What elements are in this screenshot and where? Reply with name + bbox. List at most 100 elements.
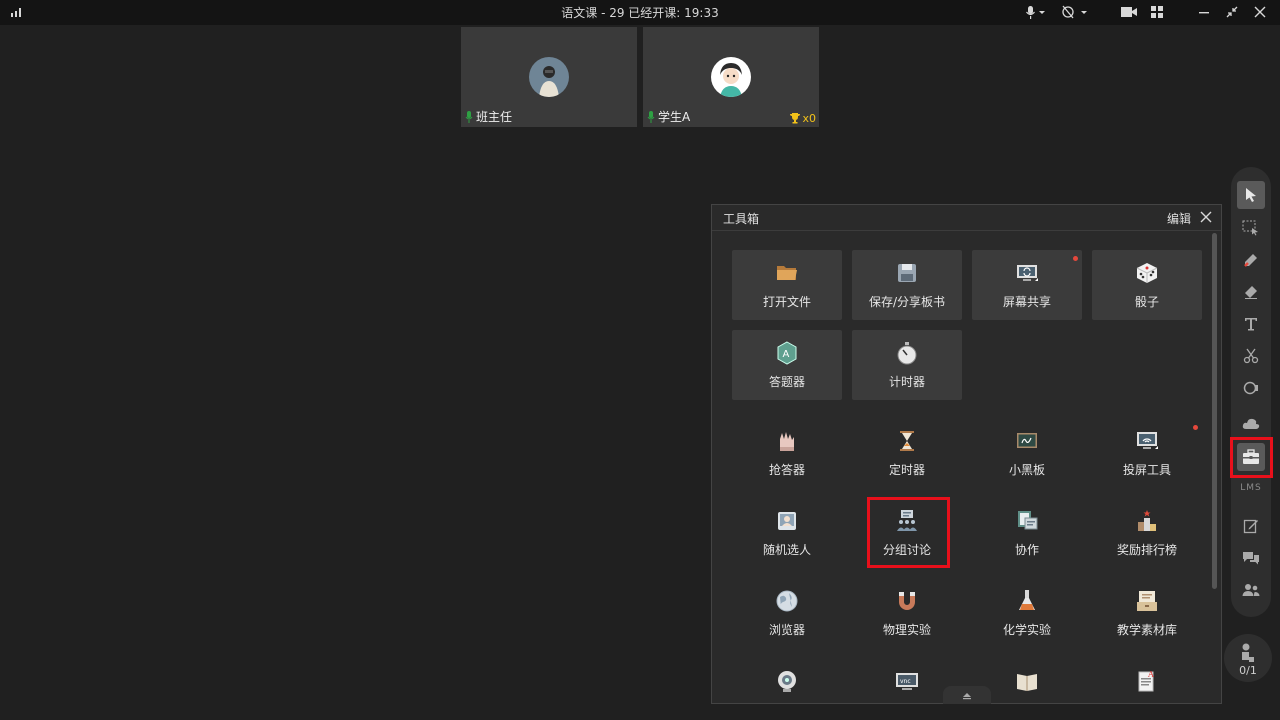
tool-material-library[interactable]: 教学素材库 bbox=[1092, 578, 1202, 648]
new-badge bbox=[1193, 425, 1198, 430]
flask-icon bbox=[1019, 590, 1035, 610]
tool-answer[interactable]: A 答题器 bbox=[732, 330, 842, 400]
trophy-icon bbox=[790, 113, 801, 124]
close-window-button[interactable] bbox=[1250, 3, 1270, 21]
chevron-up-icon bbox=[963, 693, 971, 700]
book-icon bbox=[1017, 674, 1037, 691]
cloud-tool-button[interactable] bbox=[1237, 410, 1265, 438]
microphone-icon bbox=[465, 110, 473, 123]
area-select-tool-button[interactable] bbox=[1237, 214, 1265, 242]
expand-toolbox-button[interactable] bbox=[943, 686, 991, 704]
selection-box-icon bbox=[1242, 220, 1258, 236]
tool-stopwatch[interactable]: 计时器 bbox=[852, 330, 962, 400]
close-icon[interactable] bbox=[1199, 210, 1213, 224]
svg-text:vnc: vnc bbox=[900, 678, 911, 685]
cloud-icon bbox=[1242, 418, 1260, 429]
document-icon: A bbox=[1138, 670, 1154, 692]
minimize-button[interactable] bbox=[1194, 3, 1214, 21]
lms-label: LMS bbox=[1240, 483, 1262, 493]
participants-button[interactable] bbox=[1237, 576, 1265, 604]
pointer-tool-button[interactable] bbox=[1237, 181, 1265, 209]
teacher-avatar-icon bbox=[529, 57, 569, 97]
tool-leaderboard[interactable]: 奖励排行榜 bbox=[1092, 498, 1202, 568]
tool-random-pick[interactable]: 随机选人 bbox=[732, 498, 842, 568]
highlight-box bbox=[1230, 437, 1273, 478]
tool-save-share-board[interactable]: 保存/分享板书 bbox=[852, 250, 962, 320]
maximize-button[interactable] bbox=[1222, 3, 1242, 21]
svg-text:A: A bbox=[783, 349, 790, 360]
participant-name: 学生A bbox=[647, 108, 690, 125]
student-avatar-icon bbox=[711, 57, 751, 97]
cursor-icon bbox=[1246, 188, 1256, 202]
tool-browser[interactable]: 浏览器 bbox=[732, 578, 842, 648]
tool-physics-lab[interactable]: 物理实验 bbox=[852, 578, 962, 648]
microphone-icon bbox=[647, 110, 655, 123]
video-tile-teacher[interactable]: 班主任 bbox=[461, 27, 637, 127]
highlight-box bbox=[867, 497, 950, 568]
grid-icon bbox=[1150, 5, 1163, 18]
blackboard-icon bbox=[1017, 433, 1037, 448]
assignment-button[interactable] bbox=[1237, 512, 1265, 540]
raise-hand-button[interactable]: 0/1 bbox=[1224, 634, 1272, 682]
camera-button[interactable] bbox=[1118, 3, 1140, 21]
participant-name: 班主任 bbox=[465, 108, 512, 125]
webcam-icon bbox=[778, 671, 796, 692]
pen-tool-button[interactable] bbox=[1237, 246, 1265, 274]
eraser-tool-button[interactable] bbox=[1237, 278, 1265, 306]
raise-hands-icon bbox=[780, 432, 794, 451]
leaderboard-icon bbox=[1138, 510, 1156, 531]
shape-tool-button[interactable] bbox=[1237, 374, 1265, 402]
speaker-dropdown[interactable] bbox=[1058, 3, 1092, 21]
magnet-icon bbox=[899, 592, 915, 610]
tool-document[interactable]: A bbox=[1092, 658, 1202, 694]
microphone-icon bbox=[1026, 6, 1045, 19]
edit-document-icon bbox=[1243, 519, 1258, 534]
tool-screen-share[interactable]: 屏幕共享 bbox=[972, 250, 1082, 320]
mic-dropdown[interactable] bbox=[1018, 3, 1052, 21]
browser-icon bbox=[776, 590, 798, 612]
cast-icon bbox=[1137, 432, 1158, 449]
tool-webcam[interactable] bbox=[732, 658, 842, 694]
avatar bbox=[711, 57, 751, 97]
edit-button[interactable]: 编辑 bbox=[1167, 210, 1191, 227]
tool-blackboard[interactable]: 小黑板 bbox=[972, 418, 1082, 488]
answer-icon: A bbox=[777, 341, 797, 365]
save-icon bbox=[898, 264, 916, 282]
svg-text:A: A bbox=[1147, 670, 1154, 679]
scrollbar[interactable] bbox=[1212, 233, 1217, 589]
text-tool-button[interactable] bbox=[1237, 310, 1265, 338]
tool-collaborate[interactable]: 协作 bbox=[972, 498, 1082, 568]
video-tile-student[interactable]: 学生A x0 bbox=[643, 27, 819, 127]
shape-icon bbox=[1243, 381, 1258, 395]
person-seated-icon bbox=[1242, 643, 1254, 662]
tool-chemistry-lab[interactable]: 化学实验 bbox=[972, 578, 1082, 648]
material-library-icon bbox=[1137, 591, 1157, 611]
tool-buzzer[interactable]: 抢答器 bbox=[732, 418, 842, 488]
chat-icon bbox=[1243, 552, 1259, 565]
layout-button[interactable] bbox=[1147, 3, 1167, 21]
new-badge bbox=[1073, 256, 1078, 261]
tool-dice[interactable]: 骰子 bbox=[1092, 250, 1202, 320]
camera-icon bbox=[1121, 7, 1137, 17]
header-divider bbox=[1180, 212, 1181, 224]
tool-timer[interactable]: 定时器 bbox=[852, 418, 962, 488]
avatar bbox=[529, 57, 569, 97]
tool-cast[interactable]: 投屏工具 bbox=[1092, 418, 1202, 488]
hand-count: 0/1 bbox=[1239, 664, 1257, 677]
users-icon bbox=[1242, 584, 1260, 596]
chat-button[interactable] bbox=[1237, 544, 1265, 572]
toolbox-header: 工具箱 编辑 bbox=[712, 205, 1221, 231]
tool-open-file[interactable]: 打开文件 bbox=[732, 250, 842, 320]
vnc-icon: vnc bbox=[896, 673, 918, 690]
collaborate-icon bbox=[1018, 511, 1038, 530]
dice-icon bbox=[1136, 263, 1158, 283]
screen-share-icon bbox=[1017, 265, 1038, 281]
mute-speaker-icon bbox=[1062, 5, 1087, 19]
folder-icon bbox=[777, 266, 797, 280]
scissors-tool-button[interactable] bbox=[1237, 342, 1265, 370]
toolbox-title: 工具箱 bbox=[723, 212, 760, 226]
stopwatch-icon bbox=[897, 342, 917, 365]
eraser-icon bbox=[1245, 286, 1257, 299]
text-icon bbox=[1245, 318, 1257, 331]
random-person-icon bbox=[778, 512, 796, 530]
